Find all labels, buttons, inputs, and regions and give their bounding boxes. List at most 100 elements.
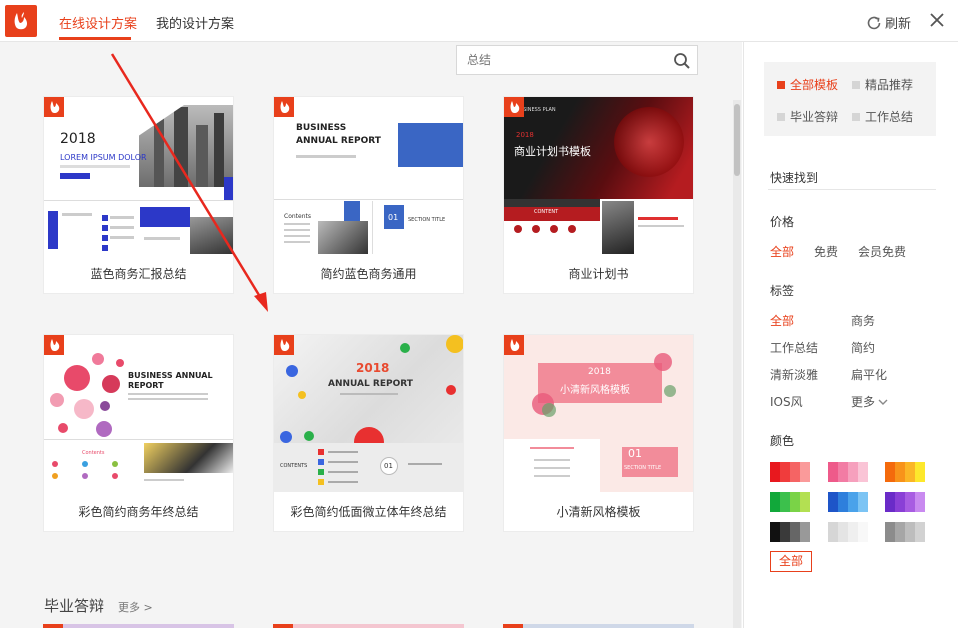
search-box [456,45,698,75]
scrollbar-thumb[interactable] [734,104,740,176]
template-thumbnail: 2018 ANNUAL REPORT CONTENTS 01 [274,335,463,492]
color-swatch-segment [885,462,895,482]
thumb-content-label: CONTENT [534,209,559,215]
chevron-down-icon [878,399,888,405]
tag-work-summary[interactable]: 工作总结 [770,339,818,356]
brand-badge [274,335,294,355]
color-swatch-segment [885,522,895,542]
color-swatch-segment [838,522,848,542]
brand-badge [44,97,64,117]
flame-icon [50,339,60,352]
color-swatch-blue[interactable] [828,492,868,512]
refresh-button[interactable]: 刷新 [866,13,911,32]
tag-all[interactable]: 全部 [770,312,794,329]
template-card-blue-business[interactable]: 2018 LOREM IPSUM DOLOR 蓝色商务汇报总结 [43,96,234,294]
color-all-button[interactable]: 全部 [770,551,812,572]
template-title: 简约蓝色商务通用 [320,267,417,281]
tab-my-designs[interactable]: 我的设计方案 [156,13,234,32]
category-graduation[interactable]: 毕业答辩 [777,108,838,125]
template-card-peek[interactable] [503,624,694,628]
template-card-fresh-style[interactable]: 2018 小清新风格模板 01 SECTION TITLE 小清新风格模板 [503,334,694,532]
thumb-heading: 商业计划书模板 [514,145,591,158]
price-member-free[interactable]: 会员免费 [858,243,906,260]
scrollbar-track[interactable] [733,100,741,628]
template-card-peek[interactable] [43,624,234,628]
category-box: 全部模板 精品推荐 毕业答辩 工作总结 [764,62,936,136]
thumb-section-title: SECTION TITLE [624,465,662,471]
brand-badge [44,335,64,355]
tags-title: 标签 [770,284,795,298]
search-input[interactable] [457,46,667,74]
thumb-heading: BUSINESS [296,123,347,133]
thumb-section-title: SECTION TITLE [408,217,446,223]
color-swatch-segment [800,492,810,512]
color-swatch-purple[interactable] [885,492,925,512]
color-swatch-segment [858,522,868,542]
flame-icon [50,101,60,114]
template-title: 彩色简约商务年终总结 [78,505,199,519]
search-icon[interactable] [673,52,691,70]
flame-icon [510,101,520,114]
category-square-icon [852,113,860,121]
template-thumbnail: BUSINESS ANNUAL REPORT Contents 01 SECTI… [274,97,463,254]
color-swatch-black[interactable] [770,522,810,542]
template-card-colorful-annual[interactable]: BUSINESS ANNUAL REPORT Contents 彩色简约商务年终… [43,334,234,532]
color-swatch-green[interactable] [770,492,810,512]
category-featured[interactable]: 精品推荐 [852,76,913,93]
close-icon[interactable] [928,11,946,29]
color-swatch-segment [800,522,810,542]
template-card-peek[interactable] [273,624,464,628]
category-all-templates[interactable]: 全部模板 [777,76,838,93]
tag-flat[interactable]: 扁平化 [851,366,887,383]
active-tab-indicator [59,37,131,40]
price-title: 价格 [770,215,795,229]
price-free[interactable]: 免费 [814,243,838,260]
category-square-icon [852,81,860,89]
color-swatch-segment [915,462,925,482]
refresh-label: 刷新 [885,17,912,32]
top-bar: 在线设计方案 我的设计方案 刷新 [0,0,958,42]
color-swatch-segment [828,522,838,542]
template-card-business-plan[interactable]: BUSINESS PLAN 2018 商业计划书模板 CONTENT 商业计划书 [503,96,694,294]
template-thumbnail: 2018 小清新风格模板 01 SECTION TITLE [504,335,693,492]
thumb-number: 01 [628,447,642,460]
tag-more-button[interactable]: 更多 [851,393,888,410]
color-swatch-segment [905,462,915,482]
tag-fresh[interactable]: 清新淡雅 [770,366,818,383]
thumb-heading: 小清新风格模板 [560,385,630,396]
category-work-summary[interactable]: 工作总结 [852,108,913,125]
template-thumbnail: BUSINESS ANNUAL REPORT Contents [44,335,233,492]
color-swatch-segment [780,492,790,512]
color-swatch-white[interactable] [828,522,868,542]
color-swatch-segment [895,492,905,512]
color-swatch-pink[interactable] [828,462,868,482]
color-title: 颜色 [770,434,795,448]
color-swatch-segment [915,522,925,542]
thumb-number: 01 [384,462,393,470]
tag-ios-style[interactable]: IOS风 [770,393,803,410]
flame-icon [510,339,520,352]
template-card-simple-blue[interactable]: BUSINESS ANNUAL REPORT Contents 01 SECTI… [273,96,464,294]
app-logo [5,5,37,37]
color-swatch-red[interactable] [770,462,810,482]
tag-simple[interactable]: 简约 [851,339,875,356]
price-all[interactable]: 全部 [770,243,794,260]
color-swatch-orange[interactable] [885,462,925,482]
category-square-icon [777,81,785,89]
color-swatch-segment [828,492,838,512]
color-swatch-gray[interactable] [885,522,925,542]
tab-online-designs[interactable]: 在线设计方案 [59,13,137,32]
color-swatch-segment [780,522,790,542]
thumb-year: 2018 [516,131,534,139]
category-label: 精品推荐 [865,78,914,92]
filter-sidebar: 全部模板 精品推荐 毕业答辩 工作总结 快速找到 价格 全部 免费 会员免费 标… [743,42,958,628]
color-swatch-segment [905,492,915,512]
section-more-link[interactable]: 更多 > [118,599,153,615]
tag-business[interactable]: 商务 [851,312,875,329]
thumb-year: 2018 [588,367,611,377]
color-swatch-segment [838,462,848,482]
template-card-lowpoly-annual[interactable]: 2018 ANNUAL REPORT CONTENTS 01 彩色简约低面微立体… [273,334,464,532]
color-swatch-segment [790,492,800,512]
template-thumbnail: BUSINESS PLAN 2018 商业计划书模板 CONTENT [504,97,693,254]
template-thumbnail: 2018 LOREM IPSUM DOLOR [44,97,233,254]
